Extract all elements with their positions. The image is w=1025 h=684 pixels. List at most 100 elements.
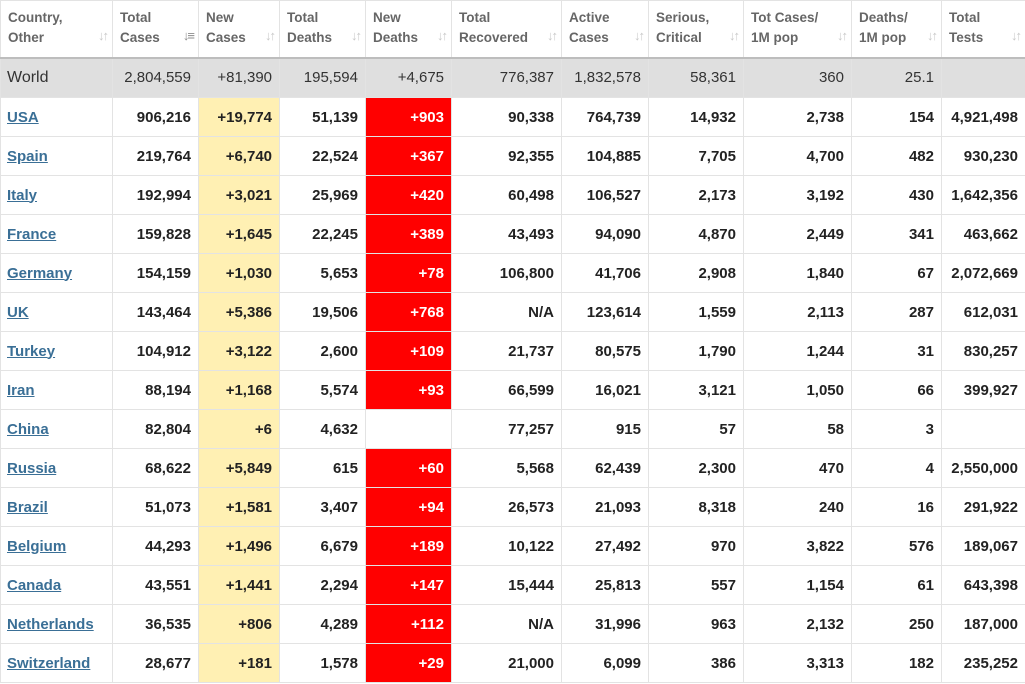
country-link[interactable]: Iran xyxy=(7,382,35,399)
column-header-total-tests[interactable]: Total Tests ↓↑ xyxy=(941,0,1025,59)
sort-arrows-icon[interactable]: ↓↑ xyxy=(724,27,740,45)
cell-total-tests: 187,000 xyxy=(941,604,1025,644)
sort-descending-icon[interactable]: ↓≡ xyxy=(179,27,195,45)
cell-new-cases: +5,386 xyxy=(198,292,280,332)
country-link[interactable]: Russia xyxy=(7,460,56,477)
country-link[interactable]: Switzerland xyxy=(7,655,90,672)
cell-total-recovered: 90,338 xyxy=(451,97,562,137)
cell-new-cases: +3,021 xyxy=(198,175,280,215)
column-header-active-cases[interactable]: Active Cases ↓↑ xyxy=(561,0,649,59)
cell-country: Belgium xyxy=(0,526,113,566)
cell-deaths-per-1m: 4 xyxy=(851,448,942,488)
cell-total-cases: 906,216 xyxy=(112,97,199,137)
cell-active-cases: 25,813 xyxy=(561,565,649,605)
cell-total-cases: 154,159 xyxy=(112,253,199,293)
country-link[interactable]: Spain xyxy=(7,148,48,165)
column-header-label: Other xyxy=(8,30,45,45)
cell-new-cases: +1,441 xyxy=(198,565,280,605)
cell-total-deaths: 4,289 xyxy=(279,604,366,644)
cell-new-deaths: +112 xyxy=(365,604,452,644)
column-header-country[interactable]: Country, Other ↓↑ xyxy=(0,0,113,59)
cell-new-deaths xyxy=(365,409,452,449)
cell-tot-cases-per-1m: 2,132 xyxy=(743,604,852,644)
sort-arrows-icon[interactable]: ↓↑ xyxy=(629,27,645,45)
cell-new-deaths: +78 xyxy=(365,253,452,293)
country-link[interactable]: UK xyxy=(7,304,29,321)
country-link[interactable]: France xyxy=(7,226,56,243)
cell-serious-critical: 1,790 xyxy=(648,331,744,371)
column-header-total-deaths[interactable]: Total Deaths ↓↑ xyxy=(279,0,366,59)
cell-total-recovered: 60,498 xyxy=(451,175,562,215)
cell-total-recovered: 15,444 xyxy=(451,565,562,605)
cell-total-deaths: 5,574 xyxy=(279,370,366,410)
cell-deaths-per-1m: 25.1 xyxy=(851,57,942,98)
column-header-total-cases[interactable]: Total Cases ↓≡ xyxy=(112,0,199,59)
cell-country: Spain xyxy=(0,136,113,176)
cell-total-recovered: 776,387 xyxy=(451,57,562,98)
cell-serious-critical: 8,318 xyxy=(648,487,744,527)
cell-total-recovered: N/A xyxy=(451,604,562,644)
cell-deaths-per-1m: 61 xyxy=(851,565,942,605)
column-header-label: Tot Cases/ xyxy=(751,10,819,25)
sort-arrows-icon[interactable]: ↓↑ xyxy=(93,27,109,45)
cell-country: UK xyxy=(0,292,113,332)
cell-new-deaths: +367 xyxy=(365,136,452,176)
cell-total-deaths: 3,407 xyxy=(279,487,366,527)
country-link[interactable]: Brazil xyxy=(7,499,48,516)
cell-total-deaths: 51,139 xyxy=(279,97,366,137)
sort-arrows-icon[interactable]: ↓↑ xyxy=(542,27,558,45)
country-link[interactable]: Turkey xyxy=(7,343,55,360)
cell-active-cases: 1,832,578 xyxy=(561,57,649,98)
column-header-new-cases[interactable]: New Cases ↓↑ xyxy=(198,0,280,59)
cell-country: Canada xyxy=(0,565,113,605)
cell-total-cases: 88,194 xyxy=(112,370,199,410)
cell-total-tests: 2,550,000 xyxy=(941,448,1025,488)
cell-serious-critical: 2,908 xyxy=(648,253,744,293)
table-row: Germany 154,159 +1,030 5,653 +78 106,800 41,70… xyxy=(0,253,1025,293)
sort-arrows-icon[interactable]: ↓↑ xyxy=(260,27,276,45)
cell-total-recovered: 106,800 xyxy=(451,253,562,293)
column-header-serious-critical[interactable]: Serious, Critical ↓↑ xyxy=(648,0,744,59)
cell-tot-cases-per-1m: 240 xyxy=(743,487,852,527)
country-link[interactable]: Belgium xyxy=(7,538,66,555)
cell-total-recovered: 21,737 xyxy=(451,331,562,371)
country-link[interactable]: Germany xyxy=(7,265,72,282)
cell-new-deaths: +109 xyxy=(365,331,452,371)
cell-total-cases: 104,912 xyxy=(112,331,199,371)
table-row: Spain 219,764 +6,740 22,524 +367 92,355 104,88… xyxy=(0,136,1025,176)
country-link[interactable]: China xyxy=(7,421,49,438)
column-header-total-recovered[interactable]: Total Recovered ↓↑ xyxy=(451,0,562,59)
country-link[interactable]: Italy xyxy=(7,187,37,204)
sort-arrows-icon[interactable]: ↓↑ xyxy=(922,27,938,45)
table-row: Netherlands 36,535 +806 4,289 +112 N/A 31,996 9… xyxy=(0,604,1025,644)
cell-tot-cases-per-1m: 1,244 xyxy=(743,331,852,371)
column-header-new-deaths[interactable]: New Deaths ↓↑ xyxy=(365,0,452,59)
cell-new-deaths: +147 xyxy=(365,565,452,605)
sort-arrows-icon[interactable]: ↓↑ xyxy=(346,27,362,45)
cell-deaths-per-1m: 182 xyxy=(851,643,942,683)
cell-total-cases: 2,804,559 xyxy=(112,57,199,98)
table-row: China 82,804 +6 4,632 77,257 915 57 58 3 xyxy=(0,409,1025,449)
table-row: Switzerland 28,677 +181 1,578 +29 21,000 6,099… xyxy=(0,643,1025,683)
cell-total-cases: 192,994 xyxy=(112,175,199,215)
sort-arrows-icon[interactable]: ↓↑ xyxy=(432,27,448,45)
cell-total-deaths: 6,679 xyxy=(279,526,366,566)
cell-serious-critical: 2,173 xyxy=(648,175,744,215)
cell-active-cases: 104,885 xyxy=(561,136,649,176)
cell-tot-cases-per-1m: 58 xyxy=(743,409,852,449)
cell-deaths-per-1m: 154 xyxy=(851,97,942,137)
cell-new-cases: +1,168 xyxy=(198,370,280,410)
sort-arrows-icon[interactable]: ↓↑ xyxy=(832,27,848,45)
table-row: Iran 88,194 +1,168 5,574 +93 66,599 16,021 3,12… xyxy=(0,370,1025,410)
cell-total-deaths: 22,245 xyxy=(279,214,366,254)
cell-tot-cases-per-1m: 2,738 xyxy=(743,97,852,137)
column-header-deaths-per-1m[interactable]: Deaths/1M pop ↓↑ xyxy=(851,0,942,59)
cell-country: Germany xyxy=(0,253,113,293)
column-header-tot-cases-per-1m[interactable]: Tot Cases/1M pop ↓↑ xyxy=(743,0,852,59)
country-link[interactable]: Canada xyxy=(7,577,61,594)
country-link[interactable]: Netherlands xyxy=(7,616,94,633)
cell-total-tests: 4,921,498 xyxy=(941,97,1025,137)
country-link[interactable]: USA xyxy=(7,109,39,126)
cell-total-deaths: 2,600 xyxy=(279,331,366,371)
sort-arrows-icon[interactable]: ↓↑ xyxy=(1006,27,1022,45)
